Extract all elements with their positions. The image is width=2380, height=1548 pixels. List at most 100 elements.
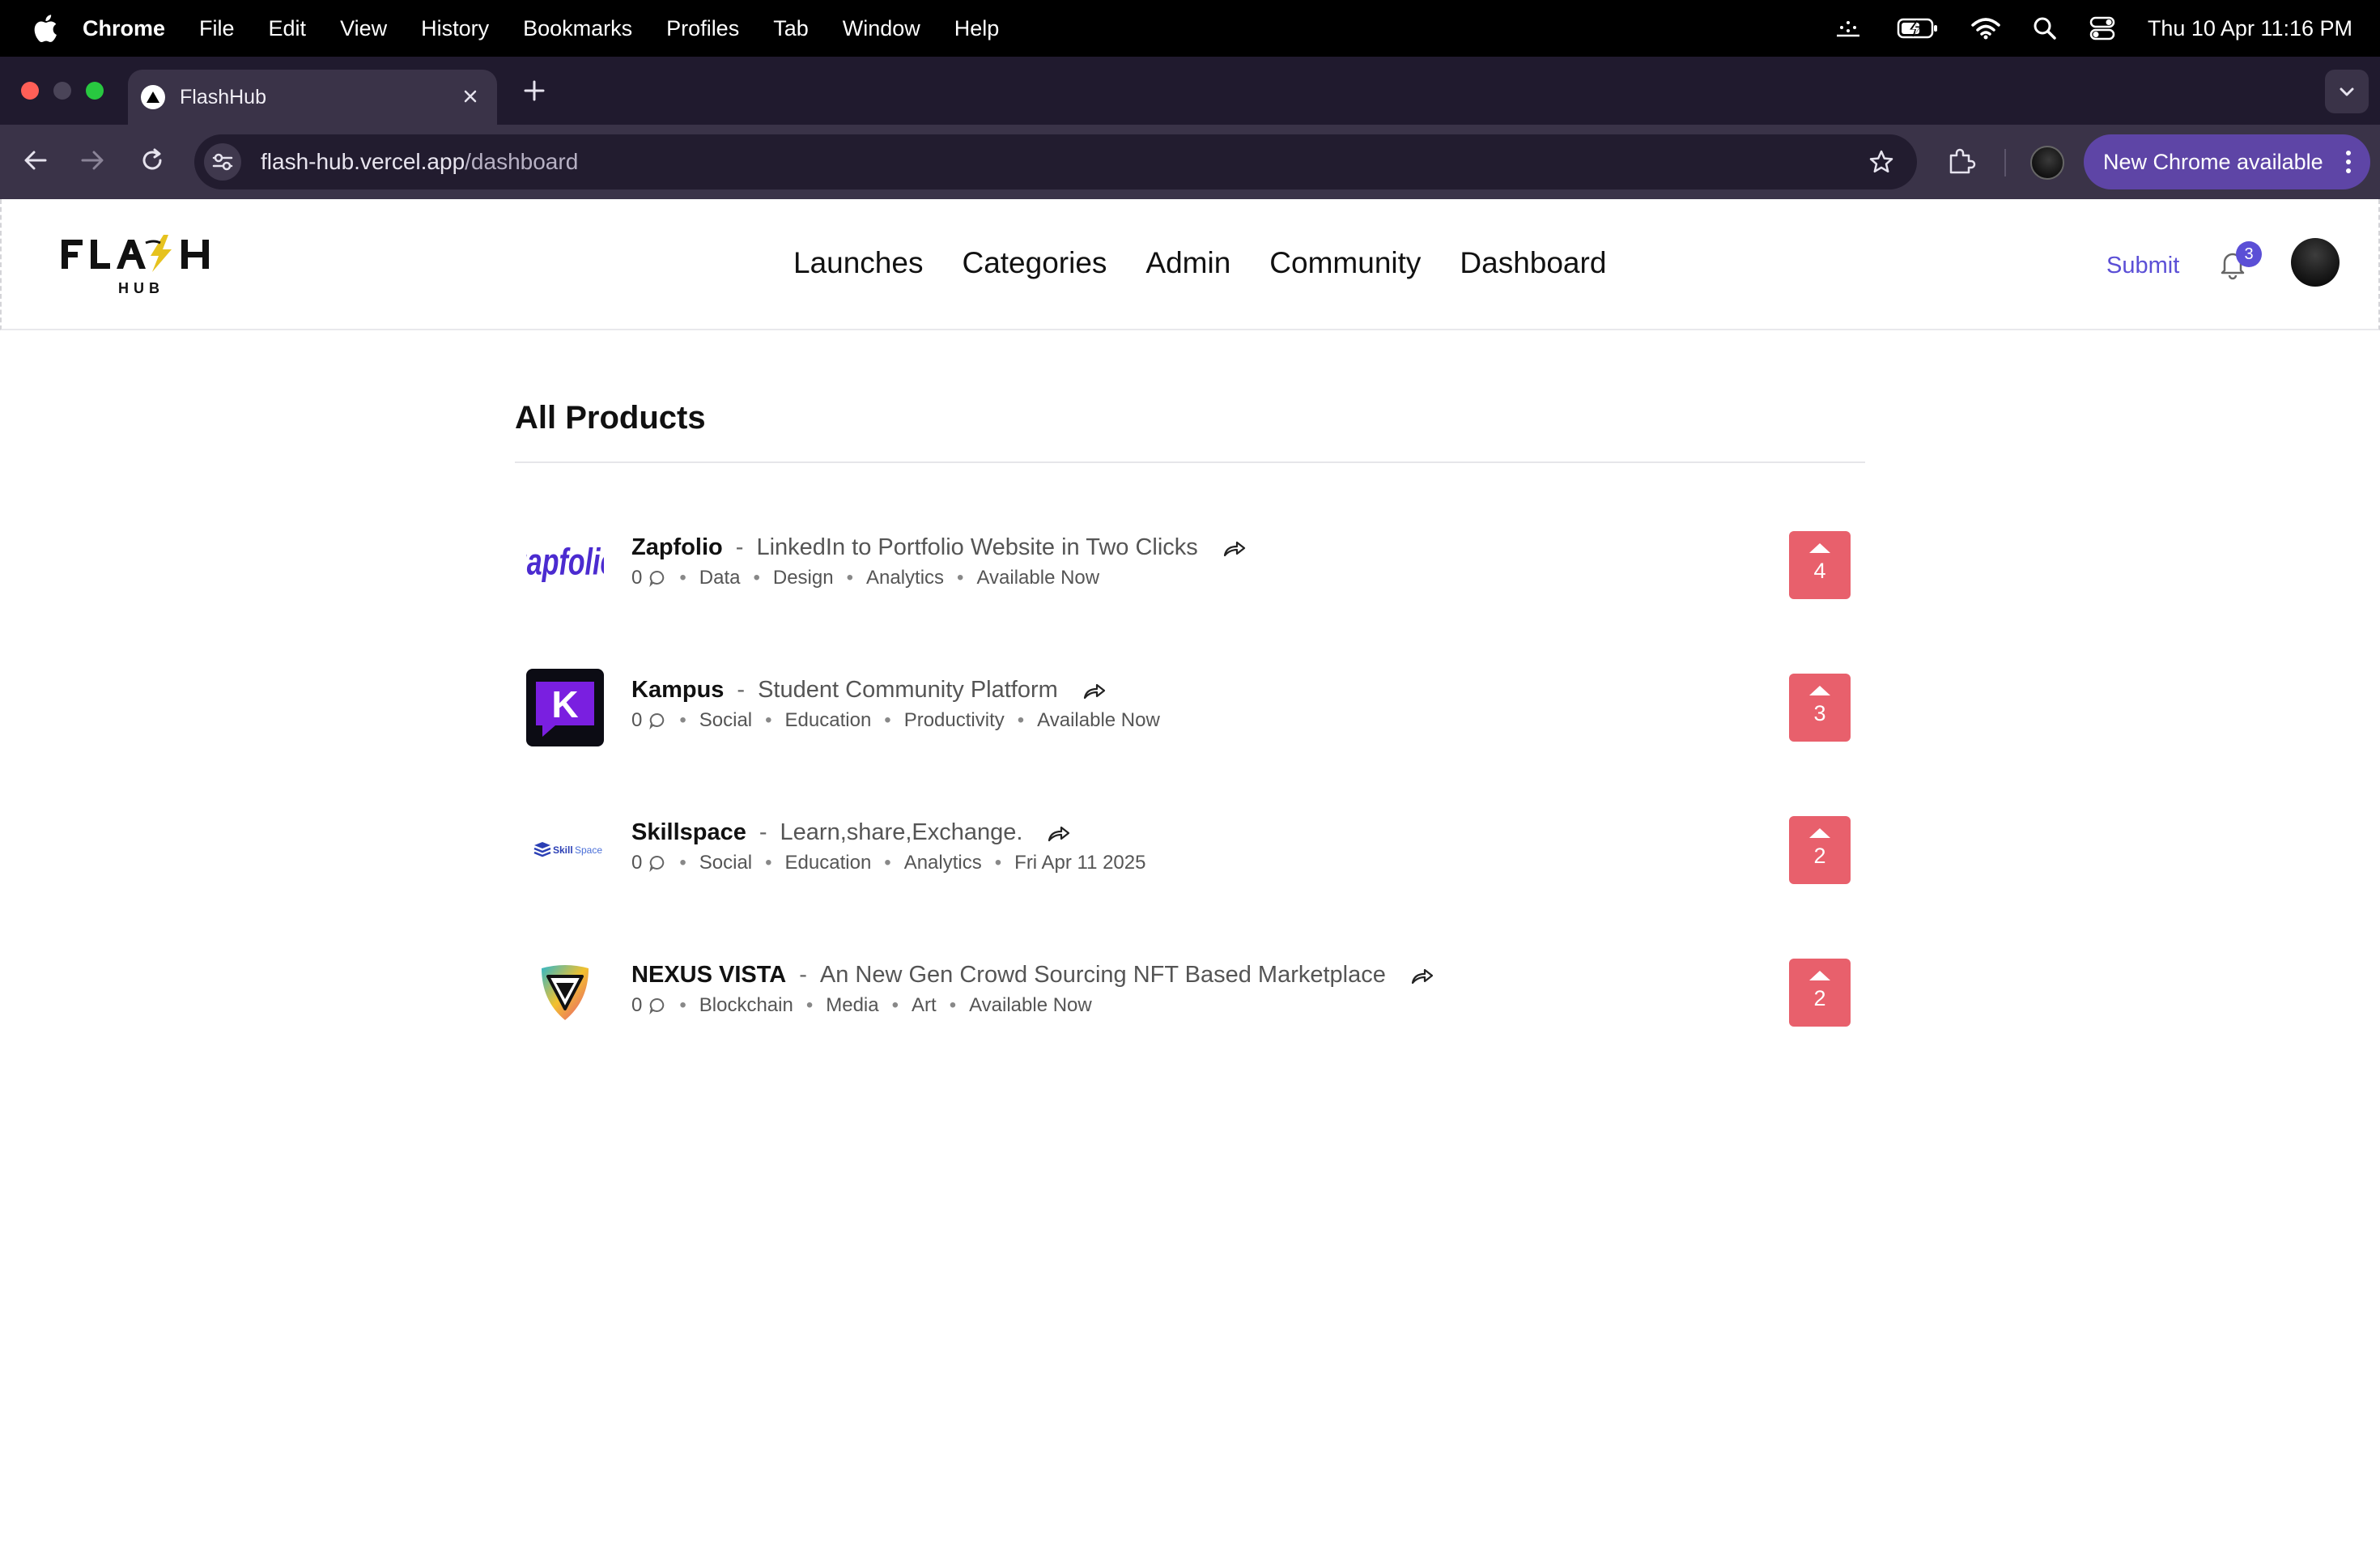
tag[interactable]: Analytics [904,852,982,874]
tag[interactable]: Social [699,852,752,874]
menu-profiles[interactable]: Profiles [666,16,739,41]
meta-dot: • [994,852,1002,874]
product-name[interactable]: NEXUS VISTA [631,962,786,989]
window-minimize-button[interactable] [53,82,71,100]
menu-window[interactable]: Window [843,16,920,41]
menu-help[interactable]: Help [954,16,1000,41]
product-launch-date: Fri Apr 11 2025 [1014,852,1146,874]
address-url[interactable]: flash-hub.vercel.app/dashboard [261,149,578,175]
comment-count: 0 [631,852,643,874]
product-name[interactable]: Kampus [631,677,724,704]
upvote-arrow-icon [1809,971,1830,980]
product-status: Available Now [969,994,1092,1016]
tag[interactable]: Blockchain [699,994,793,1017]
skillspace-logo[interactable]: Skill Space [526,811,604,889]
share-icon[interactable] [1047,824,1071,842]
product-status: Available Now [976,567,1100,589]
product-name[interactable]: Skillspace [631,819,746,846]
submit-link[interactable]: Submit [2106,253,2179,279]
chevron-down-icon [2340,87,2354,96]
tag[interactable]: Design [773,567,834,589]
product-row[interactable]: zapfolio Zapfolio - LinkedIn to Portfoli… [515,517,1865,614]
menu-history[interactable]: History [421,16,489,41]
reload-icon[interactable] [138,146,167,175]
site-info-icon[interactable] [204,143,241,181]
comment-icon[interactable] [648,712,666,729]
user-avatar[interactable] [2291,238,2340,287]
upvote-arrow-icon [1809,543,1830,553]
tag[interactable]: Media [826,994,878,1017]
tag[interactable]: Social [699,709,752,732]
extensions-puzzle-icon[interactable] [1946,146,1977,176]
control-center-icon[interactable] [2089,16,2115,40]
share-icon[interactable] [1410,967,1434,985]
menu-view[interactable]: View [340,16,387,41]
more-vertical-icon[interactable] [2344,149,2352,175]
upvote-button[interactable]: 3 [1789,674,1851,742]
meta-dot: • [765,709,772,731]
bookmark-star-icon[interactable] [1868,149,1894,175]
upvote-button[interactable]: 2 [1789,959,1851,1027]
share-icon[interactable] [1222,539,1247,557]
browser-tab-active[interactable]: FlashHub [128,70,497,125]
spotlight-search-icon[interactable] [2033,16,2057,40]
back-arrow-icon[interactable] [21,146,50,175]
product-row[interactable]: Skill Space Skillspace - Learn,share,Exc… [515,802,1865,899]
flashhub-logo[interactable]: HUB [60,235,214,302]
upvote-button[interactable]: 4 [1789,531,1851,599]
product-row[interactable]: K Kampus - Student Community Platform 0 … [515,659,1865,756]
menu-tab[interactable]: Tab [773,16,809,41]
new-chrome-available-button[interactable]: New Chrome available [2084,134,2370,189]
menu-app-name[interactable]: Chrome [83,16,165,41]
new-tab-plus-icon[interactable] [521,78,547,104]
meta-dot: • [679,994,686,1016]
nav-community[interactable]: Community [1269,246,1421,280]
nav-dashboard[interactable]: Dashboard [1460,246,1606,280]
upvote-button[interactable]: 2 [1789,816,1851,884]
window-close-button[interactable] [21,82,39,100]
comment-icon[interactable] [648,569,666,587]
nav-launches[interactable]: Launches [793,246,923,280]
tag[interactable]: Analytics [866,567,944,589]
menu-bookmarks[interactable]: Bookmarks [523,16,632,41]
display-brightness-icon[interactable] [1832,16,1864,40]
zapfolio-logo[interactable]: zapfolio [526,526,604,604]
notification-count-badge: 3 [2236,241,2262,267]
comment-count: 0 [631,567,643,589]
battery-icon[interactable] [1897,17,1939,40]
tag[interactable]: Data [699,567,741,589]
comment-icon[interactable] [648,854,666,872]
product-name[interactable]: Zapfolio [631,534,723,561]
product-tagline: An New Gen Crowd Sourcing NFT Based Mark… [819,962,1386,988]
apple-icon[interactable] [31,12,58,45]
nav-categories[interactable]: Categories [962,246,1107,280]
kampus-logo[interactable]: K [526,669,604,746]
browser-profile-avatar[interactable] [2030,146,2064,180]
product-row[interactable]: NEXUS VISTA - An New Gen Crowd Sourcing … [515,944,1865,1041]
comment-icon[interactable] [648,997,666,1014]
tab-search-button[interactable] [2325,70,2369,113]
meta-dot: • [805,994,814,1016]
meta-dot: • [846,567,853,589]
forward-arrow-icon[interactable] [78,146,107,175]
nexus-vista-logo[interactable] [526,954,604,1031]
menu-file[interactable]: File [199,16,235,41]
window-zoom-button[interactable] [86,82,104,100]
upvote-arrow-icon [1809,686,1830,695]
web-page: HUB Launches Categories Admin Community … [0,199,2380,1548]
tag[interactable]: Art [912,994,937,1017]
share-icon[interactable] [1082,682,1107,700]
tab-close-icon[interactable] [460,86,481,107]
meta-dot: • [957,567,964,589]
menubar-clock[interactable]: Thu 10 Apr 11:16 PM [2148,16,2352,41]
product-status: Available Now [1037,709,1160,731]
notifications-button[interactable]: 3 [2216,241,2262,284]
wifi-icon[interactable] [1971,17,2000,40]
tag[interactable]: Productivity [904,709,1005,732]
product-tagline: Student Community Platform [758,677,1058,703]
address-bar[interactable]: flash-hub.vercel.app/dashboard [194,134,1917,189]
tag[interactable]: Education [785,852,872,874]
menu-edit[interactable]: Edit [269,16,307,41]
nav-admin[interactable]: Admin [1145,246,1230,280]
tag[interactable]: Education [785,709,872,732]
